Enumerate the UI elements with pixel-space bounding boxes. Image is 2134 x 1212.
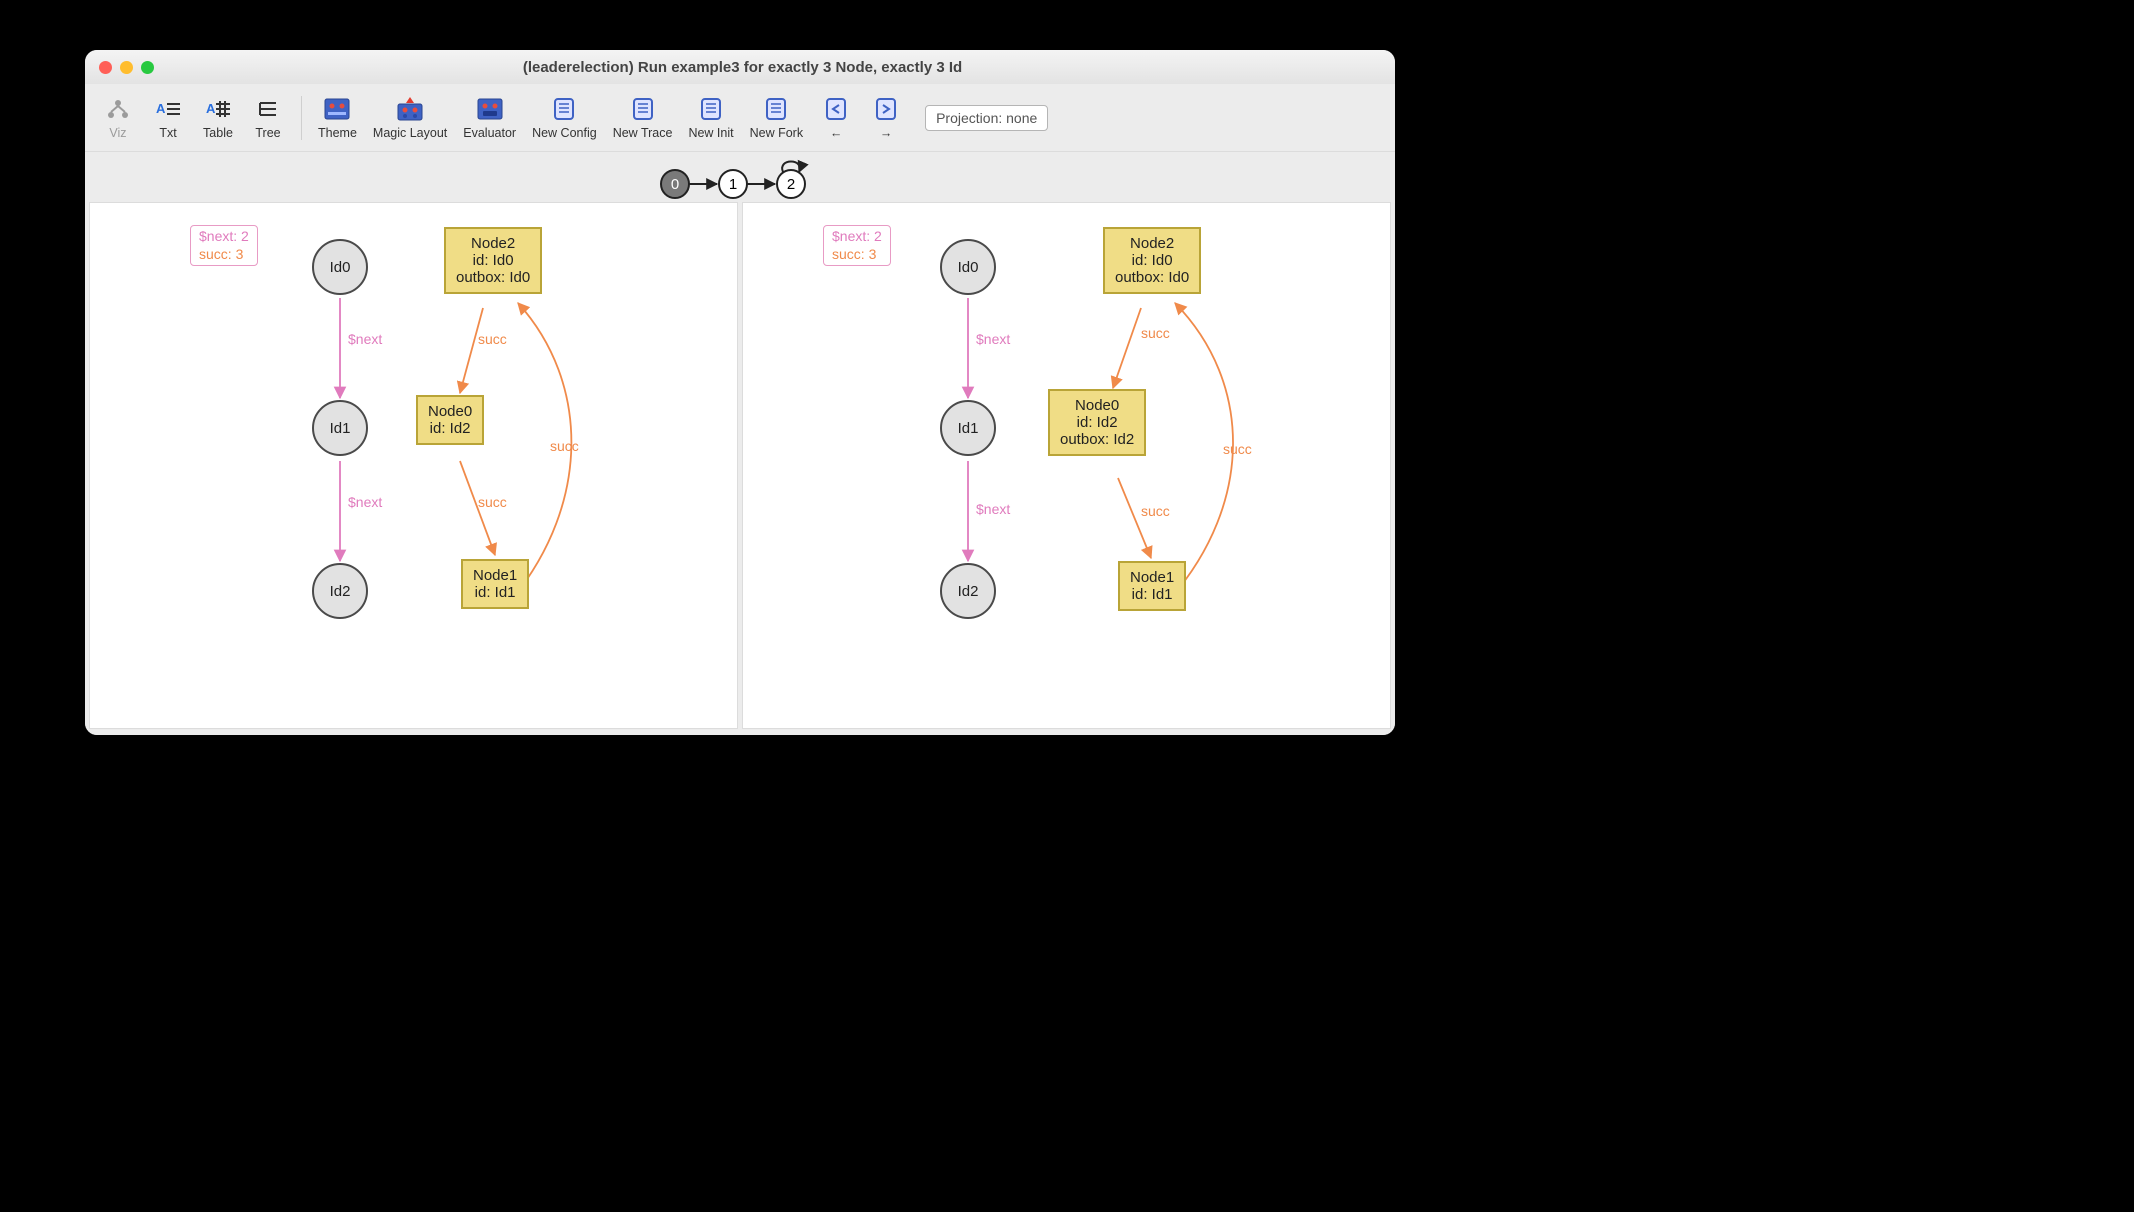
svg-text:0: 0: [671, 176, 679, 193]
node1-rect[interactable]: Node1 id: Id1: [461, 559, 529, 609]
edge-label-succ: succ: [478, 494, 507, 510]
evaluator-button[interactable]: Evaluator: [457, 90, 522, 146]
viz-panes: $next: 2 succ: 3 Id0 Id1 Id2 $next $next…: [85, 202, 1395, 735]
left-pane: $next: 2 succ: 3 Id0 Id1 Id2 $next $next…: [89, 202, 738, 729]
node2-rect[interactable]: Node2 id: Id0 outbox: Id0: [1103, 227, 1201, 294]
new-config-button[interactable]: New Config: [526, 90, 603, 146]
right-edges: [743, 203, 1390, 728]
fullscreen-window-button[interactable]: [141, 61, 154, 74]
svg-text:A: A: [156, 101, 166, 116]
tree-button[interactable]: Tree: [245, 90, 291, 146]
next-state-button[interactable]: →: [863, 90, 909, 146]
scroll-icon: [551, 96, 577, 122]
edge-label-next: $next: [976, 331, 1010, 347]
edge-label-succ: succ: [1141, 325, 1170, 341]
state-summary-badge: $next: 2 succ: 3: [190, 225, 258, 266]
toolbar: Viz A Txt A Table Tree Theme: [85, 84, 1395, 152]
svg-text:A: A: [206, 101, 216, 116]
new-trace-label: New Trace: [613, 126, 673, 140]
id1-node[interactable]: Id1: [940, 400, 996, 456]
node1-rect[interactable]: Node1 id: Id1: [1118, 561, 1186, 611]
txt-label: Txt: [159, 126, 176, 140]
viz-label: Viz: [109, 126, 126, 140]
viz-icon: [105, 96, 131, 122]
edge-label-next: $next: [348, 494, 382, 510]
new-config-label: New Config: [532, 126, 597, 140]
title-bar: (leaderelection) Run example3 for exactl…: [85, 50, 1395, 84]
table-label: Table: [203, 126, 233, 140]
edge-label-succ: succ: [478, 331, 507, 347]
scroll-icon: [630, 96, 656, 122]
edge-label-succ: succ: [1141, 503, 1170, 519]
svg-text:1: 1: [729, 176, 737, 193]
txt-icon: A: [155, 96, 181, 122]
theme-button[interactable]: Theme: [312, 90, 363, 146]
new-init-label: New Init: [688, 126, 733, 140]
tree-label: Tree: [255, 126, 280, 140]
evaluator-icon: [477, 96, 503, 122]
new-fork-label: New Fork: [750, 126, 803, 140]
prev-label: ←: [830, 126, 843, 140]
svg-text:2: 2: [787, 176, 795, 193]
minimize-window-button[interactable]: [120, 61, 133, 74]
app-window: (leaderelection) Run example3 for exactl…: [85, 50, 1395, 735]
table-button[interactable]: A Table: [195, 90, 241, 146]
viz-button[interactable]: Viz: [95, 90, 141, 146]
id2-node[interactable]: Id2: [312, 563, 368, 619]
left-edges: [90, 203, 737, 728]
arrow-right-icon: [873, 96, 899, 122]
evaluator-label: Evaluator: [463, 126, 516, 140]
table-icon: A: [205, 96, 231, 122]
new-init-button[interactable]: New Init: [682, 90, 739, 146]
node2-rect[interactable]: Node2 id: Id0 outbox: Id0: [444, 227, 542, 294]
prev-state-button[interactable]: ←: [813, 90, 859, 146]
edge-label-succ: succ: [550, 438, 579, 454]
magic-layout-label: Magic Layout: [373, 126, 447, 140]
toolbar-separator: [301, 96, 302, 140]
node0-rect[interactable]: Node0 id: Id2: [416, 395, 484, 445]
id1-node[interactable]: Id1: [312, 400, 368, 456]
new-fork-button[interactable]: New Fork: [744, 90, 809, 146]
id0-node[interactable]: Id0: [312, 239, 368, 295]
edge-label-succ: succ: [1223, 441, 1252, 457]
projection-dropdown[interactable]: Projection: none: [925, 105, 1048, 131]
right-pane: $next: 2 succ: 3 Id0 Id1 Id2 $next $next…: [742, 202, 1391, 729]
txt-button[interactable]: A Txt: [145, 90, 191, 146]
magic-layout-icon: [397, 96, 423, 122]
theme-icon: [324, 96, 350, 122]
new-trace-button[interactable]: New Trace: [607, 90, 679, 146]
trace-state-strip: 0 1 2: [85, 152, 1395, 202]
id0-node[interactable]: Id0: [940, 239, 996, 295]
theme-label: Theme: [318, 126, 357, 140]
id2-node[interactable]: Id2: [940, 563, 996, 619]
trace-diagram: 0 1 2: [655, 154, 825, 200]
scroll-icon: [698, 96, 724, 122]
state-summary-badge: $next: 2 succ: 3: [823, 225, 891, 266]
arrow-left-icon: [823, 96, 849, 122]
tree-icon: [255, 96, 281, 122]
edge-label-next: $next: [976, 501, 1010, 517]
window-title: (leaderelection) Run example3 for exactl…: [154, 59, 1331, 76]
node0-rect[interactable]: Node0 id: Id2 outbox: Id2: [1048, 389, 1146, 456]
scroll-icon: [763, 96, 789, 122]
next-label: →: [880, 126, 893, 140]
edge-label-next: $next: [348, 331, 382, 347]
magic-layout-button[interactable]: Magic Layout: [367, 90, 453, 146]
close-window-button[interactable]: [99, 61, 112, 74]
traffic-lights: [99, 61, 154, 74]
